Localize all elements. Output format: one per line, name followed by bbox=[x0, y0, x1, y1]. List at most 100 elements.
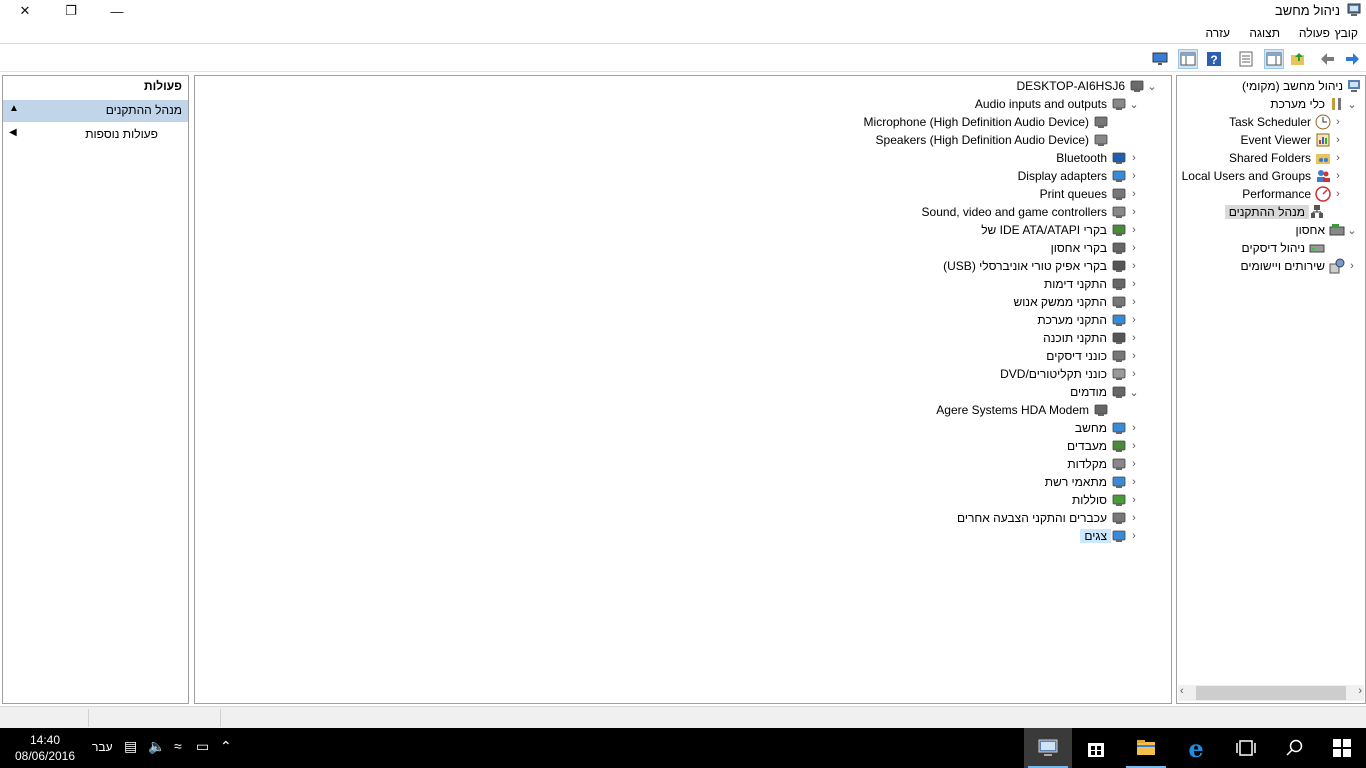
forward-button[interactable] bbox=[1342, 49, 1362, 69]
back-button[interactable] bbox=[1318, 49, 1338, 69]
tree-item-root[interactable]: ניהול מחשב (מקומי) bbox=[1238, 77, 1363, 95]
menu-file[interactable]: קובץ bbox=[1335, 26, 1358, 40]
volume-icon[interactable]: 🔈 bbox=[148, 738, 165, 755]
device-category-modems[interactable]: ⌄ מודמים bbox=[1066, 383, 1141, 401]
device-category-keyboards[interactable]: ‹ מקלדות bbox=[1063, 455, 1141, 473]
actions-section-device-manager[interactable]: מנהל ההתקנים ▲ bbox=[3, 100, 188, 122]
scrollbar-thumb[interactable] bbox=[1196, 686, 1346, 700]
horizontal-scrollbar[interactable]: ‹ › bbox=[1178, 685, 1364, 701]
chevron-left-icon[interactable]: ‹ bbox=[1127, 509, 1141, 527]
chevron-left-icon[interactable]: ‹ bbox=[1331, 185, 1345, 203]
chevron-left-icon[interactable]: ‹ bbox=[1127, 365, 1141, 383]
tree-item-disk-management[interactable]: ניהול דיסקים bbox=[1238, 239, 1325, 257]
tree-item-event-viewer[interactable]: ‹ Event Viewer bbox=[1237, 131, 1345, 149]
show-action-pane-button[interactable] bbox=[1178, 49, 1198, 69]
tree-item-system-tools[interactable]: ⌄ כלי מערכת bbox=[1266, 95, 1359, 113]
tree-item-services-apps[interactable]: ‹ שירותים ויישומים bbox=[1236, 257, 1359, 275]
scan-hardware-button[interactable] bbox=[1150, 49, 1170, 69]
chevron-left-icon[interactable]: ‹ bbox=[1331, 149, 1345, 167]
action-center-icon[interactable]: ▤ bbox=[124, 738, 137, 755]
properties-button[interactable] bbox=[1236, 49, 1256, 69]
device-category-processors[interactable]: ‹ מעבדים bbox=[1063, 437, 1141, 455]
collapse-up-icon[interactable]: ▲ bbox=[9, 103, 19, 114]
taskbar-file-explorer[interactable] bbox=[1122, 728, 1170, 768]
chevron-left-icon[interactable]: ‹ bbox=[1127, 149, 1141, 167]
device-category-display-adapters[interactable]: ‹ Display adapters bbox=[1014, 167, 1141, 185]
device-category-storage-controllers[interactable]: ‹ בקרי אחסון bbox=[1047, 239, 1141, 257]
device-category-mice[interactable]: ‹ עכברים והתקני הצבעה אחרים bbox=[953, 509, 1141, 527]
chevron-down-icon[interactable]: ⌄ bbox=[1127, 95, 1141, 113]
chevron-left-icon[interactable]: ‹ bbox=[1331, 113, 1345, 131]
close-button[interactable]: ✕ bbox=[2, 0, 48, 22]
chevron-down-icon[interactable]: ⌄ bbox=[1127, 383, 1141, 401]
device-microphone[interactable]: Microphone (High Definition Audio Device… bbox=[860, 113, 1109, 131]
chevron-left-icon[interactable]: ‹ bbox=[1127, 275, 1141, 293]
tree-item-shared-folders[interactable]: ‹ Shared Folders bbox=[1225, 149, 1345, 167]
chevron-left-icon[interactable]: ‹ bbox=[1127, 419, 1141, 437]
chevron-left-icon[interactable]: ‹ bbox=[1127, 347, 1141, 365]
chevron-left-icon[interactable]: ‹ bbox=[1127, 203, 1141, 221]
clock[interactable]: 14:40 08/06/2016 bbox=[8, 732, 82, 764]
taskbar-edge[interactable]: e bbox=[1172, 728, 1220, 768]
taskbar-store[interactable] bbox=[1072, 728, 1120, 768]
taskbar-search[interactable] bbox=[1270, 728, 1318, 768]
device-category-monitors[interactable]: ‹ צגים bbox=[1080, 527, 1141, 545]
tree-item-local-users[interactable]: ‹ Local Users and Groups bbox=[1178, 167, 1345, 185]
more-actions[interactable]: פעולות נוספות ◀ bbox=[3, 124, 188, 146]
menu-action[interactable]: פעולה bbox=[1299, 26, 1330, 40]
chevron-left-icon[interactable]: ‹ bbox=[1127, 329, 1141, 347]
device-category-disk-drives[interactable]: ‹ כונני דיסקים bbox=[1042, 347, 1141, 365]
device-category-hid[interactable]: ‹ התקני ממשק אנוש bbox=[1010, 293, 1141, 311]
maximize-button[interactable]: ❐ bbox=[48, 0, 94, 22]
device-category-bluetooth[interactable]: ‹ Bluetooth bbox=[1052, 149, 1141, 167]
chevron-left-icon[interactable]: ‹ bbox=[1127, 437, 1141, 455]
device-speakers[interactable]: Speakers (High Definition Audio Device) bbox=[872, 131, 1109, 149]
device-category-network[interactable]: ‹ מתאמי רשת bbox=[1041, 473, 1141, 491]
chevron-left-icon[interactable]: ‹ bbox=[1127, 491, 1141, 509]
chevron-left-icon[interactable]: ‹ bbox=[1127, 221, 1141, 239]
device-category-computer[interactable]: ‹ מחשב bbox=[1071, 419, 1141, 437]
scroll-left-icon[interactable]: ‹ bbox=[1180, 685, 1184, 697]
menu-help[interactable]: עזרה bbox=[1205, 26, 1230, 40]
device-category-ide[interactable]: ‹ בקרי IDE ATA/ATAPI של bbox=[977, 221, 1141, 239]
device-category-software[interactable]: ‹ התקני תוכנה bbox=[1039, 329, 1141, 347]
power-icon[interactable]: ▭ bbox=[196, 738, 209, 755]
device-category-sound[interactable]: ‹ Sound, video and game controllers bbox=[918, 203, 1141, 221]
chevron-left-icon[interactable]: ‹ bbox=[1331, 131, 1345, 149]
chevron-left-icon[interactable]: ‹ bbox=[1127, 185, 1141, 203]
help-button[interactable]: ? bbox=[1204, 49, 1224, 69]
chevron-left-icon[interactable]: ‹ bbox=[1127, 311, 1141, 329]
tree-item-device-manager[interactable]: מנהל ההתקנים bbox=[1224, 203, 1325, 221]
tree-item-storage[interactable]: ⌄ אחסון bbox=[1291, 221, 1359, 239]
menu-view[interactable]: תצוגה bbox=[1249, 26, 1280, 40]
chevron-down-icon[interactable]: ⌄ bbox=[1345, 95, 1359, 113]
chevron-down-icon[interactable]: ⌄ bbox=[1345, 221, 1359, 239]
minimize-button[interactable]: — bbox=[94, 0, 140, 22]
taskbar-task-view[interactable] bbox=[1222, 728, 1270, 768]
device-category-audio[interactable]: ⌄ Audio inputs and outputs bbox=[971, 95, 1141, 113]
scroll-right-icon[interactable]: › bbox=[1358, 685, 1362, 697]
chevron-left-icon[interactable]: ‹ bbox=[1127, 455, 1141, 473]
language-indicator[interactable]: עבר bbox=[92, 740, 113, 754]
tree-item-task-scheduler[interactable]: ‹ Task Scheduler bbox=[1225, 113, 1345, 131]
chevron-left-icon[interactable]: ‹ bbox=[1331, 167, 1345, 185]
tree-item-performance[interactable]: ‹ Performance bbox=[1238, 185, 1345, 203]
up-folder-button[interactable] bbox=[1288, 49, 1308, 69]
device-agere-modem[interactable]: Agere Systems HDA Modem bbox=[932, 401, 1109, 419]
start-button[interactable] bbox=[1318, 728, 1366, 768]
show-tree-button[interactable] bbox=[1264, 49, 1284, 69]
device-category-imaging[interactable]: ‹ התקני דימות bbox=[1040, 275, 1141, 293]
chevron-left-icon[interactable]: ‹ bbox=[1127, 293, 1141, 311]
device-category-batteries[interactable]: ‹ סוללות bbox=[1068, 491, 1141, 509]
chevron-left-icon[interactable]: ‹ bbox=[1345, 257, 1359, 275]
device-category-print-queues[interactable]: ‹ Print queues bbox=[1036, 185, 1141, 203]
show-hidden-icons-icon[interactable]: ⌃ bbox=[220, 738, 232, 755]
chevron-left-icon[interactable]: ‹ bbox=[1127, 473, 1141, 491]
device-category-usb[interactable]: ‹ בקרי אפיק טורי אוניברסלי (USB) bbox=[939, 257, 1141, 275]
chevron-left-icon[interactable]: ‹ bbox=[1127, 527, 1141, 545]
network-icon[interactable]: ≈ bbox=[174, 738, 182, 754]
chevron-left-icon[interactable]: ‹ bbox=[1127, 257, 1141, 275]
taskbar-computer-management[interactable] bbox=[1024, 728, 1072, 768]
device-category-system[interactable]: ‹ התקני מערכת bbox=[1033, 311, 1141, 329]
device-root-computer[interactable]: ⌄ DESKTOP-AI6HSJ6 bbox=[1013, 77, 1159, 95]
